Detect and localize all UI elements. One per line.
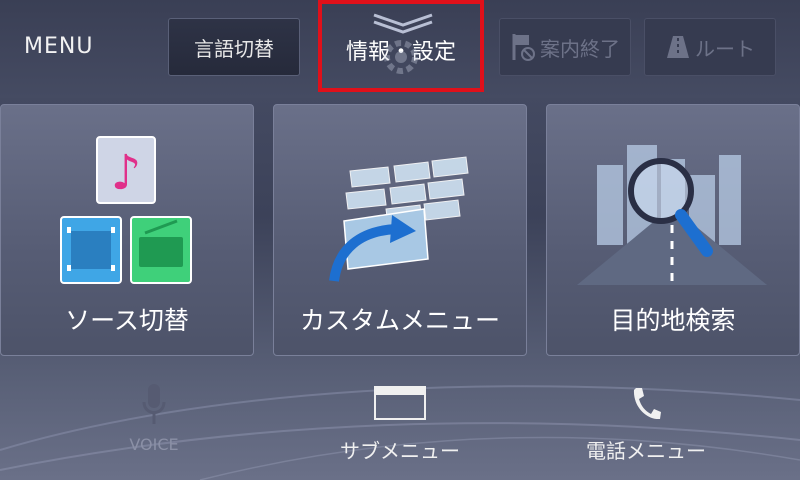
source-switch-label: ソース切替 [65, 306, 189, 335]
route-label: ルート [695, 36, 755, 61]
info-settings-button[interactable]: 情報・設定 [318, 0, 484, 92]
source-switch-tile[interactable]: ♪ ソース切替 [0, 104, 254, 356]
phone-icon [633, 388, 661, 420]
custom-menu-label: カスタムメニュー [299, 306, 500, 335]
submenu-icon [374, 386, 426, 420]
voice-label: VOICE [129, 435, 179, 454]
phone-menu-label: 電話メニュー [586, 439, 706, 463]
custom-menu-icon [329, 156, 469, 282]
media-sources-icon: ♪ [60, 136, 192, 284]
phone-menu-button[interactable]: 電話メニュー [556, 380, 736, 470]
microphone-icon [142, 384, 166, 424]
submenu-label: サブメニュー [340, 439, 460, 463]
submenu-button[interactable]: サブメニュー [310, 380, 490, 470]
menu-title: MENU [24, 34, 94, 59]
destination-search-icon [577, 145, 767, 285]
route-button[interactable]: ルート [644, 18, 776, 76]
language-switch-label: 言語切替 [194, 36, 274, 61]
chevron-down-icon [373, 13, 433, 34]
voice-button[interactable]: VOICE [64, 380, 244, 470]
destination-search-tile[interactable]: 目的地検索 [546, 104, 800, 356]
road-icon [667, 36, 689, 58]
end-guidance-label: 案内終了 [540, 36, 620, 61]
custom-menu-tile[interactable]: カスタムメニュー [273, 104, 527, 356]
svg-text:♪: ♪ [111, 145, 142, 201]
end-guidance-button[interactable]: 案内終了 [499, 18, 631, 76]
flag-icon [512, 34, 535, 61]
destination-search-label: 目的地検索 [610, 306, 736, 335]
gear-icon [384, 40, 418, 74]
language-switch-button[interactable]: 言語切替 [168, 18, 300, 76]
